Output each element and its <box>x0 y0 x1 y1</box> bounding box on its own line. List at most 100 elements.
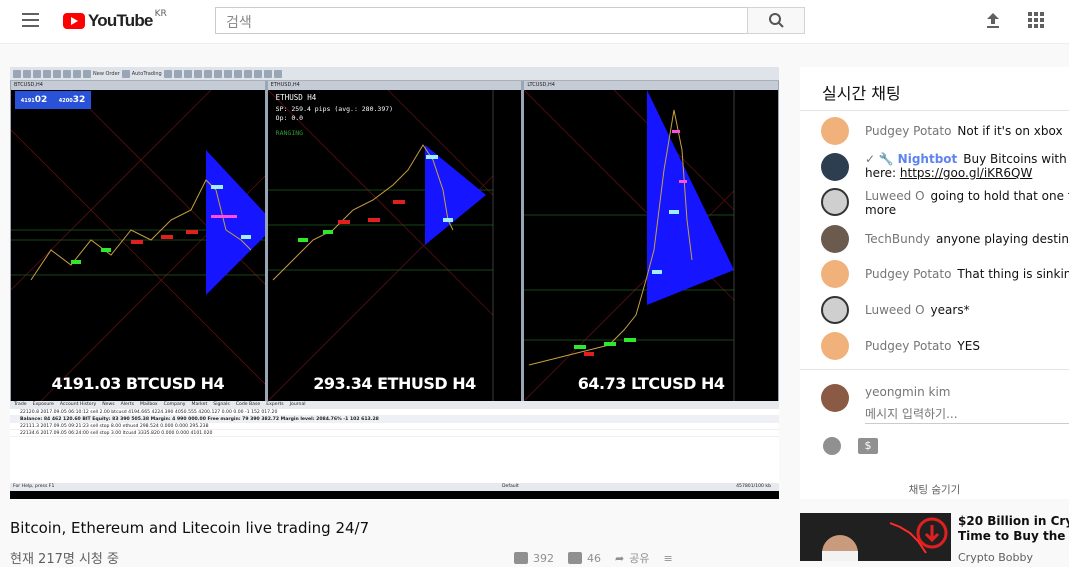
ltc-price-label: 64.73 LTCUSD H4 <box>577 374 725 393</box>
region-code: KR <box>154 9 167 19</box>
video-player[interactable]: New Order AutoTrading BTCUSD,H4 419102 4… <box>10 67 779 499</box>
avatar[interactable] <box>821 153 849 181</box>
chat-message-input[interactable]: 메시지 입력하기... <box>865 405 1069 424</box>
masthead: YouTube KR 검색 <box>0 0 1069 44</box>
super-chat-icon[interactable]: $ <box>858 438 878 454</box>
apps-grid-icon[interactable] <box>1028 12 1044 28</box>
dislike-button[interactable]: 46 <box>568 552 601 565</box>
pane-title: BTCUSD,H4 <box>11 81 265 90</box>
chat-text: anyone playing destiny 2 to <box>936 232 1069 246</box>
thumbs-up-icon <box>514 552 528 564</box>
eth-chart-pane: ETHUSD,H4 ETHUSD H4 SP: 259.4 pips (avg.… <box>267 81 522 401</box>
chat-author[interactable]: Pudgey Potato <box>865 339 951 353</box>
avatar[interactable] <box>821 296 849 324</box>
autotrading-label: AutoTrading <box>131 70 162 77</box>
open-positions-label: Op: 0.0 <box>275 114 304 122</box>
chat-text-continued: more <box>865 203 897 217</box>
composer-username: yeongmin kim <box>865 385 951 399</box>
menu-icon[interactable] <box>22 13 39 27</box>
avatar[interactable] <box>821 332 849 360</box>
chat-text: Buy Bitcoins with a cre <box>963 152 1069 166</box>
recommended-title-line1: $20 Billion in Crypto <box>958 514 1069 528</box>
chat-author[interactable]: TechBundy <box>865 232 930 246</box>
upload-icon[interactable] <box>984 11 1002 29</box>
eth-price-label: 293.34 ETHUSD H4 <box>313 374 476 393</box>
terminal-tab[interactable]: Alerts <box>121 401 134 409</box>
chat-author[interactable]: Nightbot <box>898 152 958 166</box>
terminal-tab[interactable]: Experts <box>266 401 283 409</box>
trading-toolbar: New Order AutoTrading <box>10 67 779 81</box>
chat-text: That thing is sinking fas <box>957 267 1069 281</box>
terminal-tab[interactable]: Journal <box>290 401 306 409</box>
table-row: 22120.8 2017.09.05 06:10:12 sell 2.00 bt… <box>10 409 779 416</box>
chat-author[interactable]: Luweed O <box>865 189 925 203</box>
terminal-tab[interactable]: Market <box>191 401 207 409</box>
chat-message: Luweed O years* <box>821 296 1069 326</box>
recommended-video[interactable]: $20 Billion in CryptoTime to Buy the Dip… <box>800 513 1069 564</box>
verified-check-icon: ✓ <box>865 152 876 166</box>
chat-message: Luweed O going to hold that one for 5 y mo… <box>821 188 1069 218</box>
avatar[interactable] <box>821 260 849 288</box>
one-click-trading-panel[interactable]: 419102 420032 <box>15 91 91 109</box>
chat-message: Pudgey Potato Not if it's on xbox <box>821 117 1069 147</box>
player-bottom-bar <box>10 491 779 499</box>
chart-symbol-label: ETHUSD H4 <box>275 93 317 102</box>
like-button[interactable]: 392 <box>514 552 554 565</box>
new-order-label: New Order <box>93 70 120 77</box>
chat-message: TechBundy anyone playing destiny 2 to <box>821 225 1069 255</box>
table-row: 22111.3 2017.09.05 09:21:23 sell stop 8.… <box>10 423 779 430</box>
terminal-tab[interactable]: Signals <box>213 401 230 409</box>
chat-text: Not if it's on xbox <box>957 124 1063 138</box>
terminal-tab[interactable]: Exposure <box>33 401 54 409</box>
chat-text: years* <box>930 303 970 317</box>
terminal-tab[interactable]: Code Base <box>236 401 260 409</box>
table-row: 22134.6 2017.09.05 06:24:00 sell stop 3.… <box>10 430 779 437</box>
chat-author[interactable]: Pudgey Potato <box>865 124 951 138</box>
recommended-title[interactable]: $20 Billion in CryptoTime to Buy the Dip <box>958 514 1069 544</box>
share-button[interactable]: ➦ 공유 <box>615 550 649 566</box>
user-avatar <box>821 384 849 412</box>
ltc-chart <box>524 90 754 401</box>
terminal-tab[interactable]: News <box>102 401 114 409</box>
terminal-tab[interactable]: Company <box>164 401 186 409</box>
share-label: 공유 <box>629 552 650 565</box>
thumbs-down-icon <box>568 552 582 564</box>
status-traffic: 457801/100 kb <box>736 484 771 489</box>
dislike-count: 46 <box>587 551 601 565</box>
thumbnail-art <box>800 513 951 561</box>
video-thumbnail[interactable] <box>800 513 951 561</box>
terminal-tab[interactable]: Trade <box>14 401 27 409</box>
youtube-logo[interactable]: YouTube KR <box>63 9 167 31</box>
avatar[interactable] <box>821 188 849 216</box>
more-button[interactable]: ≡ <box>663 552 672 565</box>
chat-author[interactable]: Pudgey Potato <box>865 267 951 281</box>
terminal-tab[interactable]: Account History <box>60 401 96 409</box>
search-icon <box>769 13 784 28</box>
video-actions: 392 46 ➦ 공유 ≡ <box>514 550 673 566</box>
chat-message: Pudgey Potato That thing is sinking fas <box>821 260 1069 290</box>
terminal-tab[interactable]: Mailbox <box>140 401 158 409</box>
eth-chart <box>267 90 515 401</box>
like-count: 392 <box>533 551 554 565</box>
bid-price-big: 02 <box>34 95 48 105</box>
emoji-icon[interactable] <box>823 437 841 455</box>
search-input[interactable]: 검색 <box>215 7 748 34</box>
avatar[interactable] <box>821 117 849 145</box>
avatar[interactable] <box>821 225 849 253</box>
chart-panes: BTCUSD,H4 419102 420032 4191.03 BTCUSD H… <box>10 81 779 401</box>
btc-chart-pane: BTCUSD,H4 419102 420032 4191.03 BTCUSD H… <box>11 81 265 401</box>
recommended-channel[interactable]: Crypto Bobby <box>958 551 1033 564</box>
chat-message: Pudgey Potato YES <box>821 332 1069 362</box>
logo-text: YouTube <box>88 11 153 30</box>
ask-price: 4200 <box>58 98 73 104</box>
chat-author[interactable]: Luweed O <box>865 303 925 317</box>
hide-chat-button[interactable]: 채팅 숨기기 <box>800 482 1069 497</box>
more-icon: ≡ <box>663 551 673 565</box>
play-logo-icon <box>63 13 85 29</box>
search-button[interactable] <box>747 7 805 34</box>
status-help: For Help, press F1 <box>13 484 55 489</box>
chat-link[interactable]: https://goo.gl/iKR6QW <box>900 166 1032 180</box>
chat-text: YES <box>957 339 980 353</box>
live-viewer-count: 현재 217명 시청 중 <box>10 552 119 567</box>
wrench-icon: 🔧 <box>878 152 894 166</box>
